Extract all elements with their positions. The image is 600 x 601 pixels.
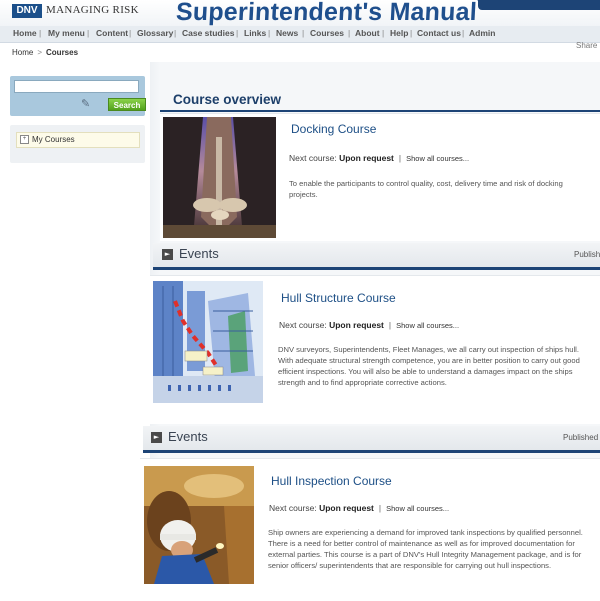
- show-all-courses-link[interactable]: Show all courses...: [386, 504, 449, 513]
- course-title-hull-inspection[interactable]: Hull Inspection Course: [271, 474, 392, 488]
- nav-separator: |: [129, 28, 132, 38]
- nav-separator: |: [410, 28, 413, 38]
- show-all-courses-link[interactable]: Show all courses...: [396, 321, 459, 330]
- nav-separator: |: [39, 28, 42, 38]
- nav-courses[interactable]: Courses: [310, 28, 344, 38]
- show-all-courses-link[interactable]: Show all courses...: [406, 154, 469, 163]
- nav-help[interactable]: Help: [390, 28, 408, 38]
- events-expand-icon[interactable]: ►: [151, 432, 162, 443]
- nav-home[interactable]: Home: [13, 28, 37, 38]
- app-title-text: Superintendent's Manual: [175, 0, 478, 26]
- events-expand-icon[interactable]: ►: [162, 249, 173, 260]
- dnv-logo[interactable]: DNV: [12, 4, 42, 18]
- nav-separator: |: [236, 28, 239, 38]
- events-bar-docking: ► Events Published: [153, 243, 600, 270]
- search-panel: ✎ Search: [10, 76, 146, 116]
- events-bar-hull-structure: ► Events Published: [143, 426, 600, 453]
- docking-course-image[interactable]: [163, 117, 276, 238]
- course-description-hull-structure: DNV surveyors, Superintendents, Fleet Ma…: [278, 345, 580, 387]
- course-title-hull-structure[interactable]: Hull Structure Course: [281, 291, 396, 305]
- my-courses-label: My Courses: [32, 135, 75, 144]
- events-label[interactable]: Events: [168, 429, 208, 444]
- app-header: DNV MANAGING RISK Superintendent's Manua…: [0, 0, 600, 26]
- nav-about[interactable]: About: [355, 28, 380, 38]
- breadcrumb-home[interactable]: Home: [12, 48, 33, 57]
- published-label: Published: [563, 433, 599, 442]
- nav-separator: |: [348, 28, 351, 38]
- logo-tagline: MANAGING RISK: [46, 4, 139, 16]
- nav-my-menu[interactable]: My menu: [48, 28, 85, 38]
- next-course-docking: Next course: Upon request | Show all cours…: [289, 153, 469, 163]
- nav-case-studies[interactable]: Case studies: [182, 28, 234, 38]
- hull-inspection-course-image[interactable]: [144, 466, 254, 584]
- next-course-hull-structure: Next course: Upon request | Show all cours…: [279, 320, 459, 330]
- pipe-separator: |: [388, 320, 392, 330]
- next-course-prefix: Next course:: [269, 503, 317, 513]
- nav-separator: |: [382, 28, 385, 38]
- nav-news[interactable]: News: [276, 28, 298, 38]
- nav-separator: |: [174, 28, 177, 38]
- main-nav: Home | My menu | Content | Glossary | Ca…: [0, 26, 600, 43]
- next-course-value: Upon request: [319, 503, 374, 513]
- breadcrumb-separator: >: [37, 48, 43, 57]
- next-course-prefix: Next course:: [279, 320, 327, 330]
- search-options-icon[interactable]: ✎: [81, 97, 99, 111]
- share-link[interactable]: Share: [576, 41, 597, 50]
- my-courses-item[interactable]: + My Courses: [16, 132, 140, 148]
- events-label[interactable]: Events: [179, 246, 219, 261]
- user-tab[interactable]: [478, 0, 600, 10]
- next-course-value: Upon request: [339, 153, 394, 163]
- search-button[interactable]: Search: [108, 98, 146, 111]
- docking-ship-picture: [163, 117, 276, 238]
- nav-links[interactable]: Links: [244, 28, 266, 38]
- nav-content[interactable]: Content: [96, 28, 128, 38]
- nav-contact-us[interactable]: Contact us: [417, 28, 461, 38]
- nav-admin[interactable]: Admin: [469, 28, 495, 38]
- nav-separator: |: [302, 28, 305, 38]
- title-divider: [160, 110, 600, 112]
- nav-separator: |: [268, 28, 271, 38]
- hull-structure-diagram-picture: [153, 281, 263, 403]
- published-label: Published: [574, 250, 600, 259]
- next-course-value: Upon request: [329, 320, 384, 330]
- search-input[interactable]: [14, 80, 139, 93]
- inspector-picture: [144, 466, 254, 584]
- expand-icon[interactable]: +: [20, 135, 29, 145]
- nav-glossary[interactable]: Glossary: [137, 28, 173, 38]
- next-course-prefix: Next course:: [289, 153, 337, 163]
- pipe-separator: |: [398, 153, 402, 163]
- course-description-hull-inspection: Ship owners are experiencing a demand fo…: [268, 528, 583, 570]
- app-title: Superintendent's ManualTM: [175, 0, 491, 27]
- next-course-hull-inspection: Next course: Upon request | Show all cours…: [269, 503, 449, 513]
- breadcrumb: Home > Courses: [12, 48, 78, 57]
- course-title-docking[interactable]: Docking Course: [291, 122, 376, 136]
- nav-separator: |: [462, 28, 465, 38]
- nav-separator: |: [87, 28, 90, 38]
- breadcrumb-current: Courses: [46, 48, 79, 57]
- my-courses-panel: + My Courses: [10, 125, 145, 163]
- course-description-docking: To enable the participants to control qu…: [289, 179, 563, 199]
- hull-structure-course-image[interactable]: [153, 281, 263, 403]
- pipe-separator: |: [378, 503, 382, 513]
- section-title: Course overview: [173, 92, 282, 107]
